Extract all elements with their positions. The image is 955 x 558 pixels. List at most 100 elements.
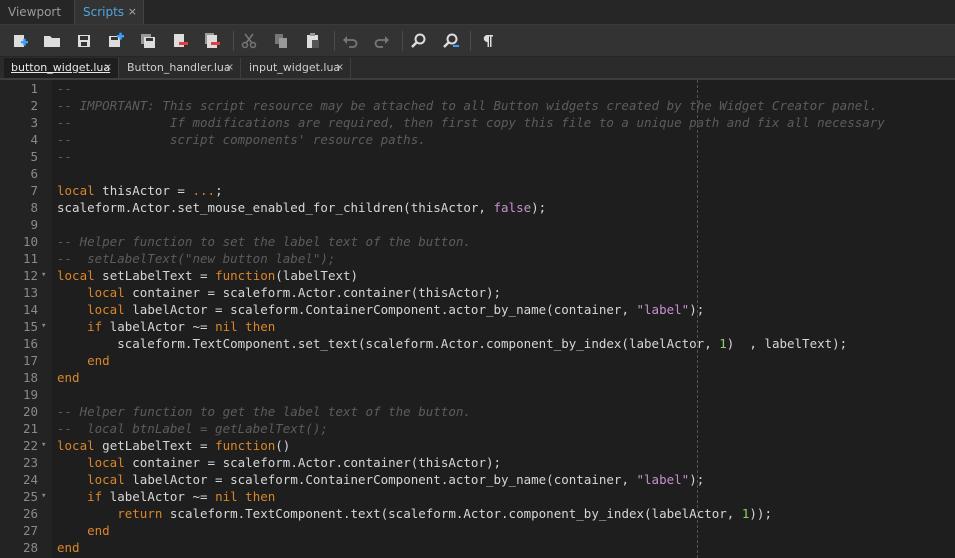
code-token: local bbox=[57, 268, 95, 283]
code-token: 1 bbox=[719, 336, 727, 351]
save-as-button[interactable] bbox=[104, 29, 128, 53]
code-token: local bbox=[87, 472, 125, 487]
code-line[interactable]: 8 scaleform.Actor.set_mouse_enabled_for_c… bbox=[0, 199, 955, 216]
code-line[interactable]: 16 scaleform.TextComponent.set_text(scal… bbox=[0, 335, 955, 352]
close-all-icon bbox=[205, 33, 220, 48]
tab-button-handler-lua[interactable]: Button_handler.lua × bbox=[120, 58, 241, 78]
code-line[interactable]: 11 -- setLabelText("new button label"); bbox=[0, 250, 955, 267]
code-line[interactable]: 1 -- bbox=[0, 80, 955, 97]
code-line[interactable]: 17 end bbox=[0, 352, 955, 369]
code-token: ; bbox=[215, 183, 223, 198]
code-line[interactable]: 7 local thisActor = ...; bbox=[0, 182, 955, 199]
code-token: ); bbox=[689, 472, 705, 487]
fold-toggle-icon[interactable]: ▾ bbox=[41, 488, 46, 505]
find-replace-button[interactable] bbox=[439, 29, 463, 53]
code-line[interactable]: 20 -- Helper function to get the label te… bbox=[0, 403, 955, 420]
fold-toggle-icon[interactable]: ▾ bbox=[41, 318, 46, 335]
code-line[interactable]: 15 ▾ if labelActor ~= nil then bbox=[0, 318, 955, 335]
fold-toggle-icon[interactable]: ▾ bbox=[41, 267, 46, 284]
code-line[interactable]: 12 ▾ local setLabelText = function(labelTe… bbox=[0, 267, 955, 284]
fold-toggle-icon[interactable]: ▾ bbox=[41, 437, 46, 454]
undo-icon bbox=[343, 36, 358, 48]
line-number: 4 bbox=[30, 132, 38, 147]
code-text: local getLabelText = function() bbox=[57, 437, 290, 454]
tab-viewport[interactable]: Viewport bbox=[0, 0, 74, 24]
code-line[interactable]: 26 return scaleform.TextComponent.text(s… bbox=[0, 505, 955, 522]
tab-button-widget-lua[interactable]: button_widget.lua × bbox=[4, 58, 119, 78]
code-line[interactable]: 27 end bbox=[0, 522, 955, 539]
code-token: function bbox=[215, 438, 276, 453]
code-text: -- bbox=[57, 148, 72, 165]
code-line[interactable]: 25 ▾ if labelActor ~= nil then bbox=[0, 488, 955, 505]
code-line[interactable]: 23 local container = scaleform.Actor.con… bbox=[0, 454, 955, 471]
cut-button[interactable] bbox=[237, 29, 261, 53]
code-line[interactable]: 2 -- IMPORTANT: This script resource may … bbox=[0, 97, 955, 114]
code-token: "label" bbox=[636, 302, 690, 317]
code-text: local thisActor = ...; bbox=[57, 182, 223, 199]
code-line[interactable]: 19 bbox=[0, 386, 955, 403]
tab-scripts[interactable]: Scripts × bbox=[74, 0, 144, 24]
close-all-button[interactable] bbox=[200, 29, 224, 53]
code-line[interactable]: 18 end bbox=[0, 369, 955, 386]
code-line[interactable]: 14 local labelActor = scaleform.Containe… bbox=[0, 301, 955, 318]
code-token: -- Helper function to get the label text… bbox=[57, 404, 471, 419]
close-script-icon bbox=[174, 34, 188, 47]
code-token: container = scaleform.Actor.container(th… bbox=[124, 285, 502, 300]
code-line[interactable]: 21 -- local btnLabel = getLabelText(); bbox=[0, 420, 955, 437]
code-line[interactable]: 28 end bbox=[0, 539, 955, 556]
toolbar-divider bbox=[334, 31, 335, 51]
code-line[interactable]: 24 local labelActor = scaleform.Containe… bbox=[0, 471, 955, 488]
code-line[interactable]: 3 -- If modifications are required, then … bbox=[0, 114, 955, 131]
line-number: 10 bbox=[22, 234, 38, 249]
code-token: (labelText) bbox=[275, 268, 359, 283]
code-text: scaleform.Actor.set_mouse_enabled_for_ch… bbox=[57, 199, 546, 216]
code-line[interactable]: 10 -- Helper function to set the label te… bbox=[0, 233, 955, 250]
code-text: end bbox=[57, 369, 80, 386]
code-line[interactable]: 4 -- script components' resource paths. bbox=[0, 131, 955, 148]
close-icon[interactable]: × bbox=[226, 58, 234, 78]
code-token: container = scaleform.Actor.container(th… bbox=[124, 455, 502, 470]
code-token: scaleform.TextComponent.set_text(scalefo… bbox=[57, 336, 720, 351]
code-token: labelActor ~= bbox=[102, 319, 216, 334]
code-line[interactable]: 6 bbox=[0, 165, 955, 182]
copy-button[interactable] bbox=[269, 29, 293, 53]
save-button[interactable] bbox=[72, 29, 96, 53]
undo-button[interactable] bbox=[338, 29, 362, 53]
code-token: if bbox=[87, 319, 103, 334]
save-icon bbox=[78, 35, 90, 47]
line-number: 14 bbox=[22, 302, 38, 317]
code-token: -- bbox=[57, 81, 73, 96]
find-button[interactable] bbox=[407, 29, 431, 53]
code-line[interactable]: 9 bbox=[0, 216, 955, 233]
new-script-button[interactable] bbox=[8, 29, 32, 53]
line-number: 9 bbox=[30, 217, 38, 232]
file-tab-bar: button_widget.lua × Button_handler.lua ×… bbox=[0, 57, 955, 80]
paste-button[interactable] bbox=[301, 29, 325, 53]
code-line[interactable]: 13 local container = scaleform.Actor.con… bbox=[0, 284, 955, 301]
code-token: ); bbox=[531, 200, 547, 215]
line-number: 25 bbox=[22, 489, 38, 504]
code-token: "label" bbox=[636, 472, 690, 487]
code-editor[interactable]: 1 -- 2 -- IMPORTANT: This script resource m… bbox=[0, 80, 955, 558]
code-text: -- If modifications are required, then f… bbox=[57, 114, 885, 131]
code-token: return bbox=[117, 506, 163, 521]
close-icon[interactable]: × bbox=[128, 0, 137, 24]
code-token: end bbox=[87, 523, 110, 538]
show-whitespace-button[interactable] bbox=[476, 29, 500, 53]
code-line[interactable]: 22 ▾ local getLabelText = function() bbox=[0, 437, 955, 454]
close-script-button[interactable] bbox=[168, 29, 192, 53]
new-script-icon bbox=[14, 35, 28, 47]
close-icon[interactable]: × bbox=[336, 58, 344, 78]
code-token: end bbox=[57, 370, 80, 385]
tab-input-widget-lua[interactable]: input_widget.lua × bbox=[242, 58, 351, 78]
save-all-button[interactable] bbox=[136, 29, 160, 53]
code-text: return scaleform.TextComponent.text(scal… bbox=[57, 505, 772, 522]
open-button[interactable] bbox=[40, 29, 64, 53]
close-icon[interactable]: × bbox=[104, 58, 112, 78]
code-token: -- Helper function to set the label text… bbox=[57, 234, 471, 249]
find-replace-icon bbox=[443, 33, 459, 48]
code-line[interactable]: 5 -- bbox=[0, 148, 955, 165]
redo-button[interactable] bbox=[370, 29, 394, 53]
line-number: 1 bbox=[30, 81, 38, 96]
